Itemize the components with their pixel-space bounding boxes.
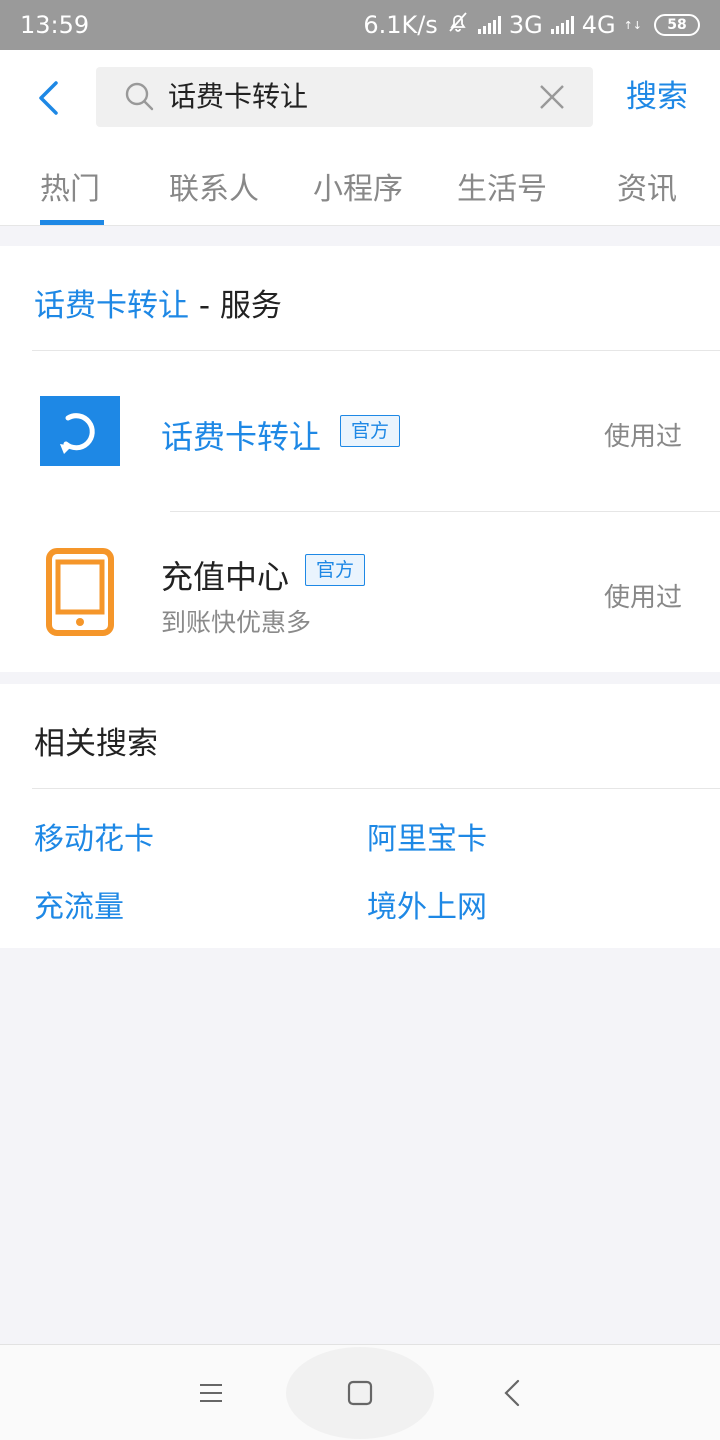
related-searches-section: 相关搜索 移动花卡 阿里宝卡 充流量 境外上网 bbox=[0, 684, 720, 948]
search-input[interactable]: 话费卡转让 bbox=[96, 67, 593, 127]
related-link[interactable]: 境外上网 bbox=[367, 882, 487, 926]
net-type-2: 4G bbox=[581, 11, 616, 39]
refresh-icon bbox=[40, 396, 120, 466]
tab-news[interactable]: 资讯 bbox=[617, 164, 677, 208]
tab-hot[interactable]: 热门 bbox=[40, 164, 100, 208]
status-time: 13:59 bbox=[20, 11, 90, 39]
divider bbox=[170, 511, 720, 512]
system-nav-bar bbox=[0, 1344, 720, 1440]
search-button[interactable]: 搜索 bbox=[612, 67, 702, 127]
official-badge: 官方 bbox=[305, 554, 366, 586]
signal-icon bbox=[477, 16, 501, 34]
services-section: 话费卡转让 - 服务 话费卡转让 官方 使用过 充值中心 官方 到账快优惠多 使… bbox=[0, 246, 720, 672]
back-button[interactable] bbox=[28, 78, 68, 118]
net-type-1: 3G bbox=[508, 11, 543, 39]
home-button[interactable] bbox=[336, 1369, 384, 1417]
related-searches-title: 相关搜索 bbox=[34, 726, 158, 762]
system-back-button[interactable] bbox=[488, 1369, 536, 1417]
services-title: 话费卡转让 - 服务 bbox=[34, 280, 282, 325]
used-status: 使用过 bbox=[604, 422, 683, 452]
divider bbox=[0, 225, 720, 226]
tab-mini-programs[interactable]: 小程序 bbox=[313, 164, 403, 208]
tab-life-accounts[interactable]: 生活号 bbox=[457, 164, 547, 208]
search-query-text[interactable]: 话费卡转让 bbox=[168, 67, 308, 127]
menu-button[interactable] bbox=[187, 1369, 235, 1417]
services-title-keyword: 话费卡转让 bbox=[34, 288, 189, 324]
search-icon bbox=[125, 82, 154, 111]
net-speed: 6.1K/s bbox=[363, 11, 438, 39]
phone-icon bbox=[46, 548, 114, 636]
chevron-left-icon bbox=[39, 81, 58, 115]
signal-icon-2 bbox=[550, 16, 574, 34]
square-icon bbox=[347, 1380, 373, 1406]
services-title-separator: - bbox=[189, 288, 220, 324]
mute-bell-icon bbox=[446, 10, 470, 40]
status-bar: 13:59 6.1K/s 3G 4G ↑↓ 58 bbox=[0, 0, 720, 50]
tab-contacts[interactable]: 联系人 bbox=[169, 164, 259, 208]
data-arrows-icon: ↑↓ bbox=[623, 18, 642, 32]
result-tabs: 热门 联系人 小程序 生活号 资讯 bbox=[0, 150, 720, 226]
search-header: 话费卡转让 搜索 热门 联系人 小程序 生活号 资讯 bbox=[0, 50, 720, 226]
service-subtitle: 到账快优惠多 bbox=[161, 608, 312, 637]
related-link[interactable]: 移动花卡 bbox=[34, 814, 154, 858]
status-indicators: 6.1K/s 3G 4G ↑↓ 58 bbox=[363, 10, 700, 40]
chevron-left-icon bbox=[504, 1379, 520, 1407]
services-title-suffix: 服务 bbox=[219, 288, 282, 324]
menu-icon bbox=[200, 1384, 222, 1402]
related-link[interactable]: 充流量 bbox=[34, 882, 124, 926]
clear-icon[interactable] bbox=[539, 84, 565, 110]
official-badge: 官方 bbox=[340, 415, 401, 447]
service-name[interactable]: 话费卡转让 bbox=[161, 412, 321, 458]
battery-icon: 58 bbox=[654, 14, 700, 36]
service-name[interactable]: 充值中心 bbox=[161, 552, 289, 598]
divider bbox=[32, 788, 720, 789]
related-link[interactable]: 阿里宝卡 bbox=[367, 814, 487, 858]
used-status: 使用过 bbox=[604, 583, 683, 613]
divider bbox=[32, 350, 720, 351]
